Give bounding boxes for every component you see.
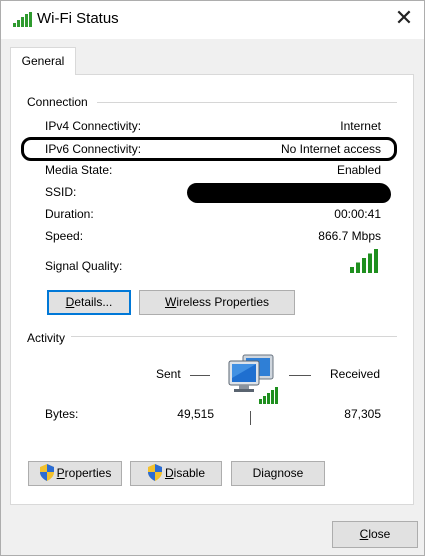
ipv4-connectivity-value: Internet [340, 119, 381, 133]
properties-button[interactable]: Properties [28, 461, 122, 486]
bytes-sent-value: 49,515 [177, 407, 214, 421]
signal-quality-label: Signal Quality: [45, 259, 123, 273]
close-window-button[interactable]: ✕ [390, 7, 418, 33]
title-bar[interactable]: Wi-Fi Status ✕ [1, 1, 424, 39]
received-label: Received [330, 367, 381, 381]
diagnose-label-after: nose [277, 466, 304, 480]
details-button[interactable]: Details... [47, 290, 131, 315]
ipv6-connectivity-label: IPv6 Connectivity: [45, 142, 142, 156]
signal-bar [350, 267, 354, 273]
close-label: lose [368, 527, 391, 541]
network-computers-icon [228, 354, 278, 404]
diagnose-label-before: Dia [252, 466, 271, 480]
duration-label: Duration: [45, 207, 94, 221]
wifi-status-dialog: Wi-Fi Status ✕ General Connection IPv4 C… [0, 0, 425, 556]
sent-dash [190, 375, 210, 376]
tab-general[interactable]: General [10, 47, 76, 75]
properties-mnemonic: P [56, 466, 65, 480]
speed-label: Speed: [45, 229, 84, 243]
details-label: etails... [74, 295, 113, 309]
received-dash [289, 375, 311, 376]
sent-label: Sent [156, 367, 181, 381]
ipv6-connectivity-value: No Internet access [280, 142, 381, 156]
bytes-received-value: 87,305 [344, 407, 381, 421]
disable-button[interactable]: Disable [130, 461, 222, 486]
activity-divider [71, 336, 397, 337]
ipv4-connectivity-label: IPv4 Connectivity: [45, 119, 142, 133]
signal-bar [374, 249, 378, 273]
close-button[interactable]: Close [332, 521, 418, 548]
bytes-label: Bytes: [45, 407, 79, 421]
speed-value: 866.7 Mbps [318, 229, 381, 243]
uac-shield-icon [147, 464, 162, 481]
activity-heading: Activity [27, 331, 70, 345]
ssid-redaction [187, 183, 391, 203]
properties-label: roperties [64, 466, 112, 480]
wifi-signal-icon [13, 12, 32, 27]
duration-value: 00:00:41 [334, 207, 381, 221]
signal-strength-icon [350, 249, 378, 273]
media-state-value: Enabled [336, 163, 381, 177]
signal-bar [362, 258, 366, 273]
wireless-properties-button[interactable]: Wireless Properties [139, 290, 295, 315]
diagnose-button[interactable]: Diagnose [231, 461, 325, 486]
signal-bar [368, 253, 372, 273]
connection-divider [97, 102, 397, 103]
window-title: Wi-Fi Status [37, 10, 119, 27]
wireless-label: ireless Properties [176, 295, 270, 309]
ssid-label: SSID: [45, 185, 77, 199]
uac-shield-icon [39, 464, 54, 481]
connection-heading: Connection [27, 95, 92, 109]
media-state-label: Media State: [45, 163, 113, 177]
signal-bar [356, 262, 360, 273]
wireless-mnemonic: W [164, 295, 177, 309]
disable-label: isable [173, 466, 206, 480]
activity-divider-tick [250, 411, 251, 425]
disable-mnemonic: D [164, 466, 174, 480]
